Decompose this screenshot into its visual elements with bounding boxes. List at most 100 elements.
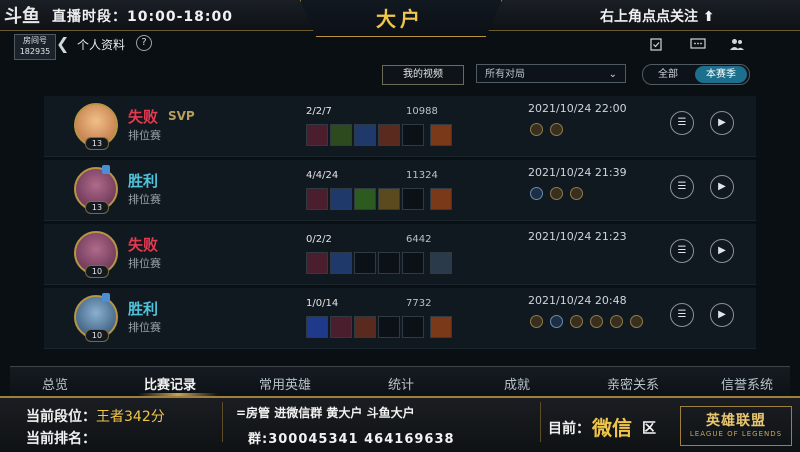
match-result: 胜利 [128,300,159,318]
item-slot [330,124,352,146]
item-slot [330,252,352,274]
item-slot [378,316,400,338]
details-button[interactable]: ☰ [670,303,694,327]
rune-icon [590,315,603,328]
replay-button[interactable]: ▶ [710,111,734,135]
room-label: 房间号 [23,36,47,45]
item-slot [330,188,352,210]
my-video-button[interactable]: 我的视频 [382,65,464,85]
match-filter-value: 所有对局 [485,69,525,80]
match-row[interactable]: 10 失败 排位赛 0/2/2 6442 2021/10/24 21:23 ☰ … [44,224,756,285]
bottom-nav: 总览 比赛记录 常用英雄 统计 成就 亲密关系 信誉系统 [10,366,790,397]
chat-icon[interactable] [690,37,706,51]
champion-level: 10 [85,265,109,278]
item-slot [430,252,452,274]
tab-common-heroes[interactable]: 常用英雄 [240,374,330,393]
tab-overview[interactable]: 总览 [10,374,100,393]
group-numbers: 群:300045341 464169638 [248,432,455,447]
match-row[interactable]: 13 失败 SVP 排位赛 2/2/7 10988 2021/10/24 22:… [44,96,756,157]
match-row[interactable]: 13 胜利 排位赛 4/4/24 11324 2021/10/24 21:39 … [44,160,756,221]
item-slot [306,316,328,338]
chevron-down-icon: ⌄ [608,69,617,80]
item-slot [306,188,328,210]
seg-all-button[interactable]: 全部 [643,65,693,84]
rune-icon [570,315,583,328]
item-slot [306,252,328,274]
kda: 4/4/24 [306,170,339,181]
room-number: 182935 [19,47,51,56]
svp-badge: SVP [168,109,195,123]
details-button[interactable]: ☰ [670,239,694,263]
tab-match-history[interactable]: 比赛记录 [125,374,215,393]
region-value: 微信 [592,416,632,440]
rank-icon [102,165,110,174]
seg-season-button[interactable]: 本赛季 [695,66,747,83]
replay-button[interactable]: ▶ [710,239,734,263]
gold-earned: 7732 [406,298,432,309]
item-slot [354,188,376,210]
help-icon[interactable]: ? [136,35,152,51]
divider [222,402,223,442]
social-links: =房管 进微信群 黄大户 斗鱼大户 [236,406,415,420]
match-mode: 排位赛 [128,193,161,206]
game-logo-subtitle: LEAGUE OF LEGENDS [689,430,783,438]
item-slot [354,252,376,274]
match-date: 2021/10/24 20:48 [528,294,627,307]
tab-relationships[interactable]: 亲密关系 [588,374,678,393]
kda: 1/0/14 [306,298,339,309]
match-mode: 排位赛 [128,129,161,142]
item-slot [430,188,452,210]
rune-icon [630,315,643,328]
champion-level: 13 [85,201,109,214]
replay-button[interactable]: ▶ [710,175,734,199]
rune-icon [530,123,543,136]
rune-icon [530,187,543,200]
region-label: 目前： [548,421,590,437]
rune-icon [550,123,563,136]
game-logo: 英雄联盟 LEAGUE OF LEGENDS [680,406,792,446]
champion-level: 10 [85,329,109,342]
rune-icon [550,187,563,200]
item-slot [402,188,424,210]
champion-level: 13 [85,137,109,150]
tab-achievements[interactable]: 成就 [472,374,562,393]
details-button[interactable]: ☰ [670,111,694,135]
kda: 0/2/2 [306,234,332,245]
match-date: 2021/10/24 22:00 [528,102,627,115]
item-slot [402,316,424,338]
match-mode: 排位赛 [128,321,161,334]
item-slot [378,188,400,210]
friends-icon[interactable] [729,37,745,51]
match-result: 失败 [128,236,159,254]
broadcast-time: 直播时段：10:00-18:00 [52,9,233,25]
rune-icon [530,315,543,328]
match-filter-select[interactable]: 所有对局 ⌄ [476,64,626,83]
match-result: 失败 [128,108,159,126]
tab-honor-system[interactable]: 信誉系统 [702,374,792,393]
rune-icon [570,187,583,200]
match-date: 2021/10/24 21:23 [528,230,627,243]
item-slot [402,124,424,146]
item-slot [306,124,328,146]
gold-earned: 6442 [406,234,432,245]
match-result: 胜利 [128,172,159,190]
follow-hint: 右上角点点关注 ⬆ [600,9,715,25]
item-slot [402,252,424,274]
replay-button[interactable]: ▶ [710,303,734,327]
page-title: 个人资料 [77,38,126,52]
item-slot [378,124,400,146]
item-slot [430,124,452,146]
match-date: 2021/10/24 21:39 [528,166,627,179]
item-slot [430,316,452,338]
game-logo-title: 英雄联盟 [706,413,766,429]
calendar-check-icon[interactable] [648,37,664,51]
match-row[interactable]: 10 胜利 排位赛 1/0/14 7732 2021/10/24 20:48 ☰… [44,288,756,349]
details-button[interactable]: ☰ [670,175,694,199]
tab-statistics[interactable]: 统计 [356,374,446,393]
gold-earned: 11324 [406,170,438,181]
current-order-label: 当前排名： [26,431,96,447]
room-number-box: 房间号 182935 [14,34,56,60]
match-list: 13 失败 SVP 排位赛 2/2/7 10988 2021/10/24 22:… [44,96,756,354]
streamer-title: 大户 [376,7,424,31]
back-arrow-icon[interactable]: ❮ [56,34,69,53]
